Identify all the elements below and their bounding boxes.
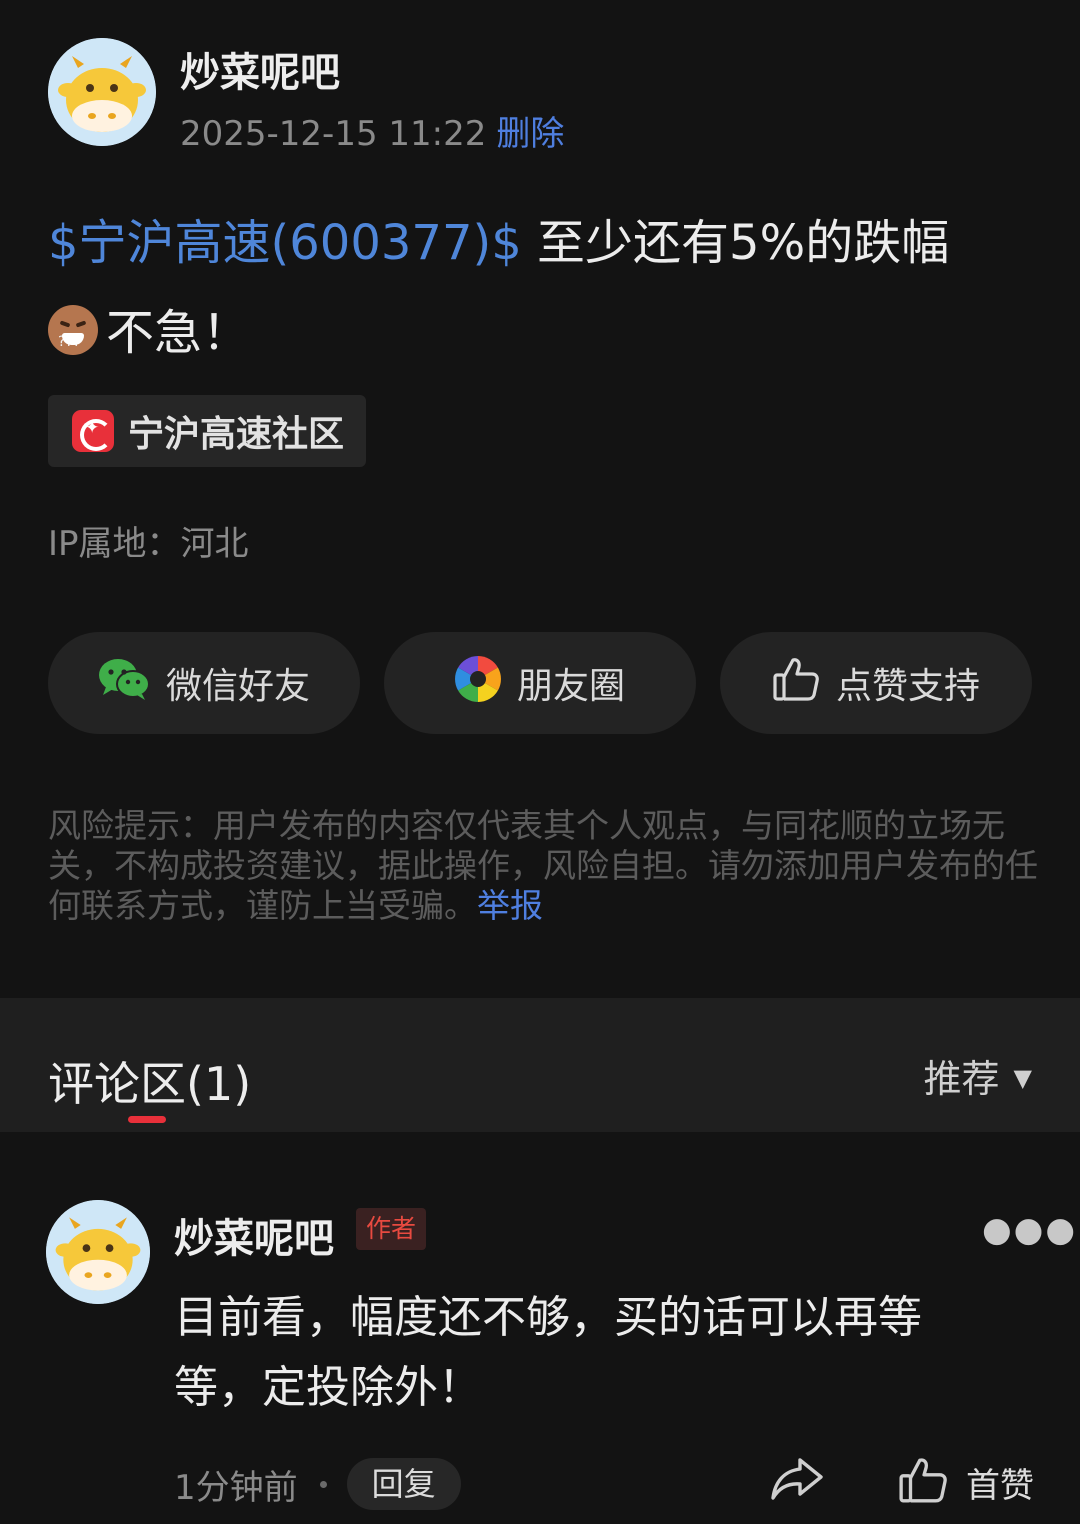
comments-header: 评论区(1) 推荐 ▼ (0, 998, 1080, 1132)
wechat-icon (98, 657, 150, 710)
cow-avatar-icon (46, 1200, 150, 1304)
sort-dropdown[interactable]: 推荐 ▼ (924, 1048, 1032, 1103)
share-arrow-icon[interactable] (770, 1456, 824, 1506)
comment-like-label: 首赞 (966, 1465, 1034, 1506)
moments-aperture-icon (455, 655, 501, 711)
author-avatar[interactable] (48, 38, 156, 146)
grinning-face-emoji-icon: ??? (48, 305, 98, 355)
community-tag-button[interactable]: 宁沪高速社区 (48, 395, 366, 467)
comment-like-button[interactable]: 首赞 (898, 1456, 1034, 1508)
post-content: $宁沪高速(600377)$ 至少还有5%的跌幅 ??? 不急！ (48, 198, 1038, 378)
risk-notice-text: 风险提示：用户发布的内容仅代表其个人观点，与同花顺的立场无关，不构成投资建议，据… (48, 806, 1038, 925)
thumbs-up-icon (772, 656, 820, 711)
caret-down-icon: ▼ (1013, 1064, 1032, 1092)
comment-text: 目前看，幅度还不够，买的话可以再等等，定投除外！ (174, 1292, 922, 1413)
delete-link[interactable]: 删除 (496, 114, 564, 154)
sort-label: 推荐 (923, 1057, 1000, 1101)
post-text-line1: 至少还有5%的跌幅 (521, 215, 950, 271)
share-wechat-button[interactable]: 微信好友 (48, 632, 360, 734)
comment-author-name[interactable]: 炒菜呢吧 (174, 1206, 334, 1264)
cow-avatar-icon (48, 38, 156, 146)
share-moments-label: 朋友圈 (516, 666, 625, 707)
post-meta: 2025-12-15 11:22 删除 (180, 106, 564, 155)
comments-title[interactable]: 评论区(1) (48, 1048, 251, 1114)
reply-button[interactable]: 回复 (346, 1458, 461, 1510)
comment-footer: 1分钟前 回复 (174, 1458, 461, 1510)
author-name[interactable]: 炒菜呢吧 (180, 40, 340, 98)
community-label: 宁沪高速社区 (128, 414, 345, 455)
like-support-label: 点赞支持 (835, 666, 980, 707)
separator-dot (319, 1480, 327, 1488)
comment-time: 1分钟前 (174, 1467, 298, 1508)
community-logo-icon (72, 410, 114, 452)
share-wechat-label: 微信好友 (165, 666, 310, 707)
stock-tag-link[interactable]: $宁沪高速(600377)$ (48, 215, 522, 271)
report-link[interactable]: 举报 (477, 886, 543, 925)
thumbs-up-icon (898, 1456, 948, 1508)
post-timestamp: 2025-12-15 11:22 (180, 114, 487, 154)
comments-tab-indicator (128, 1116, 166, 1123)
like-support-button[interactable]: 点赞支持 (720, 632, 1032, 734)
post-text-line2: 不急！ (106, 305, 251, 361)
more-options-icon[interactable]: ●●● (982, 1210, 1077, 1250)
post-card: 炒菜呢吧 2025-12-15 11:22 删除 $宁沪高速(600377)$ 至… (0, 0, 1080, 998)
risk-notice: 风险提示：用户发布的内容仅代表其个人观点，与同花顺的立场无关，不构成投资建议，据… (48, 806, 1038, 926)
comment-avatar[interactable] (46, 1200, 150, 1304)
share-moments-button[interactable]: 朋友圈 (384, 632, 696, 734)
ip-location: IP属地：河北 (48, 524, 249, 564)
author-badge: 作者 (356, 1208, 426, 1250)
